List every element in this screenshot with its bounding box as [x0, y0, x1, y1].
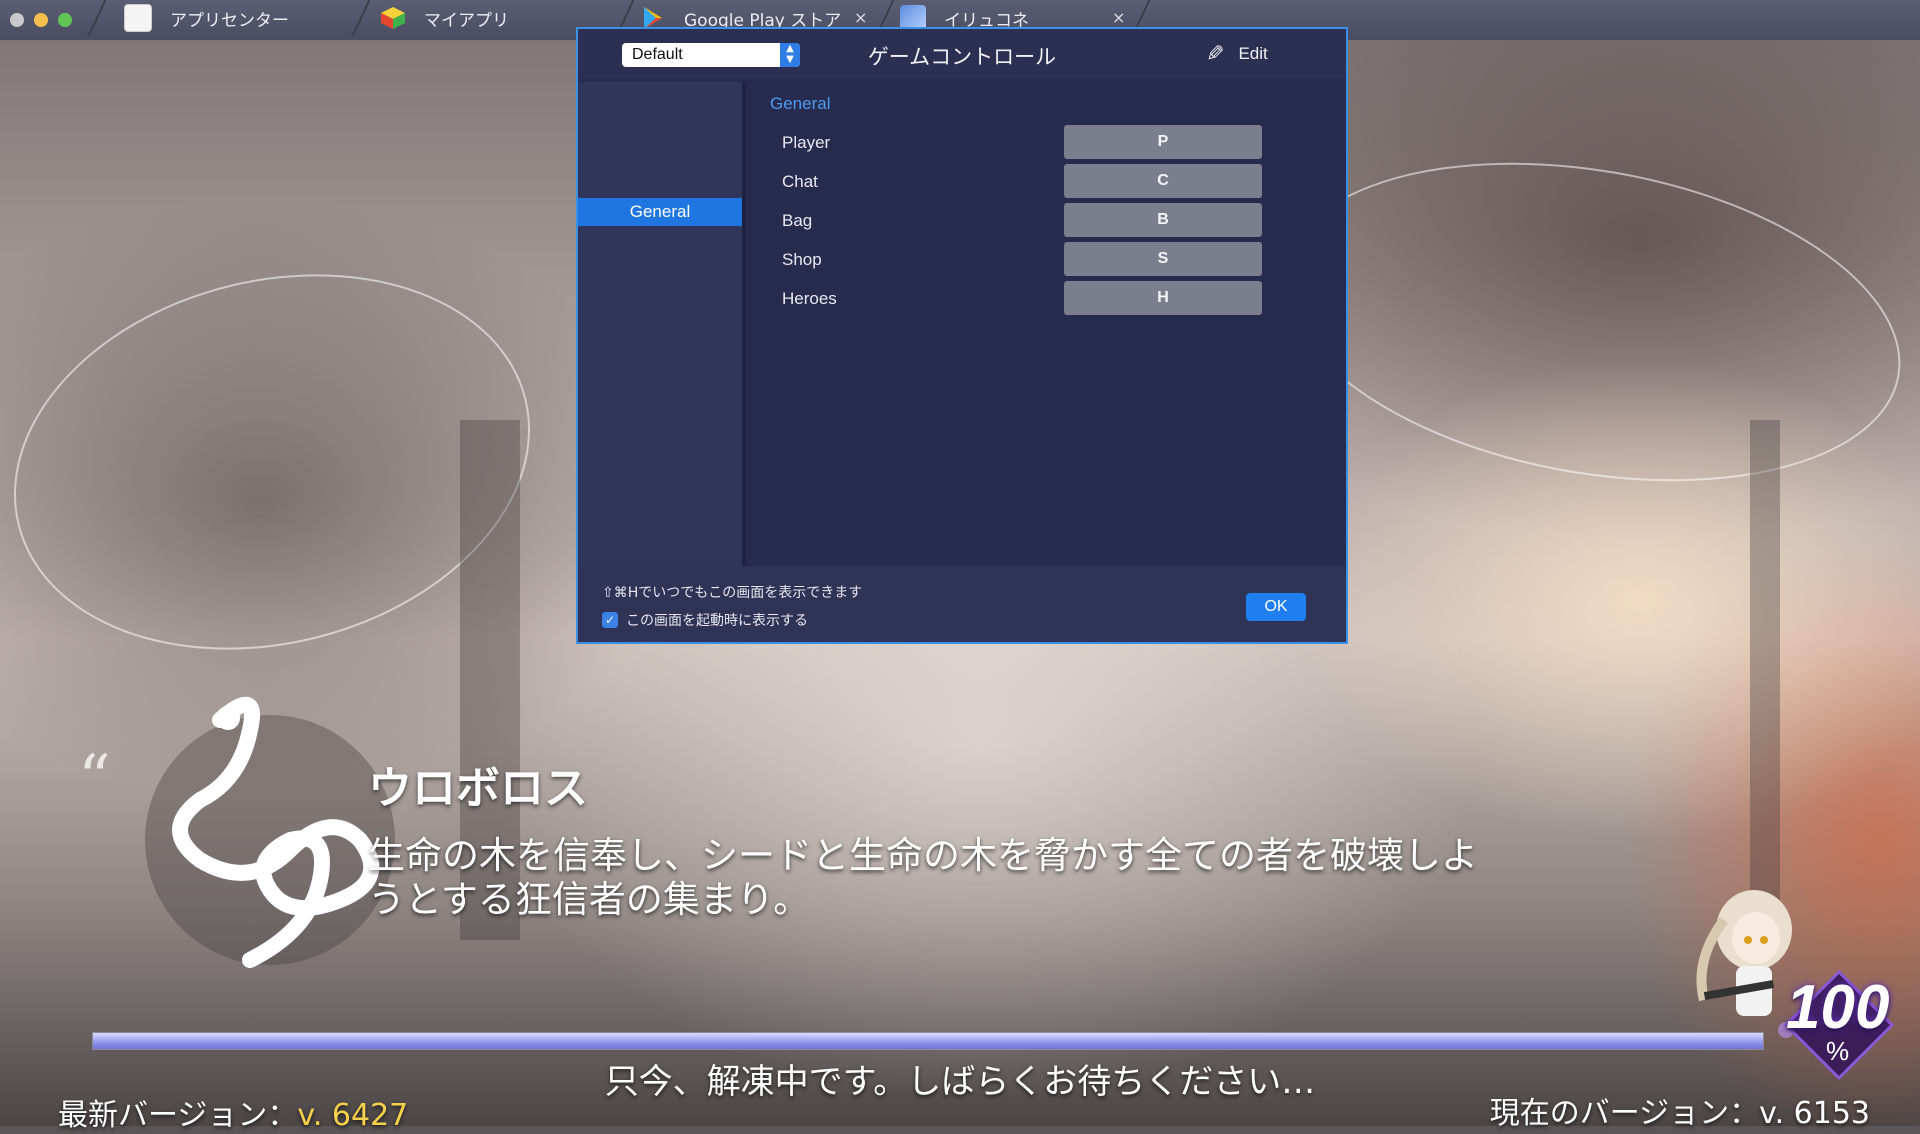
- percent-value: 100: [1786, 973, 1890, 1042]
- checkbox-label: この画面を起動時に表示する: [626, 613, 808, 629]
- current-version: 現在のバージョン：v. 6153: [1489, 1096, 1870, 1131]
- control-label: Heroes: [782, 289, 837, 308]
- game-control-dialog: Default ▲ ▼ ゲームコントロール ✎ Edit General Gene…: [576, 27, 1348, 644]
- dialog-header: Default ▲ ▼ ゲームコントロール ✎ Edit: [578, 29, 1346, 79]
- background-pillar: [1750, 420, 1780, 900]
- loading-progress-bar: [92, 1032, 1764, 1050]
- decorative-ring: [1258, 118, 1920, 526]
- control-row-chat: Chat C: [746, 164, 1346, 198]
- controls-panel: General Player P Chat C Bag B Shop S Her…: [746, 82, 1346, 566]
- close-tab-icon[interactable]: ×: [854, 8, 867, 27]
- control-row-bag: Bag B: [746, 203, 1346, 237]
- key-binding-button[interactable]: P: [1064, 125, 1262, 159]
- dialog-sidebar: General: [578, 82, 742, 566]
- faction-description: 生命の木を信奉し、シードと生命の木を脅かす全ての者を破壊しようとする狂信者の集ま…: [368, 834, 1478, 921]
- ok-button[interactable]: OK: [1246, 593, 1306, 621]
- tab-label: アプリセンター: [170, 10, 289, 31]
- ouroboros-emblem: [145, 696, 395, 968]
- faction-name: ウロボロス: [368, 763, 588, 814]
- control-label: Shop: [782, 250, 822, 269]
- loading-progress-fill: [93, 1033, 1763, 1049]
- section-title: General: [770, 94, 831, 113]
- key-binding-button[interactable]: H: [1064, 281, 1262, 315]
- key-binding-button[interactable]: C: [1064, 164, 1262, 198]
- latest-version-value: v. 6427: [297, 1098, 409, 1133]
- key-binding-button[interactable]: S: [1064, 242, 1262, 276]
- control-label: Player: [782, 133, 831, 152]
- control-label: Bag: [782, 211, 813, 230]
- minimize-window-button[interactable]: [34, 13, 48, 27]
- tab-label: マイアプリ: [424, 10, 509, 31]
- control-row-heroes: Heroes H: [746, 281, 1346, 315]
- latest-version: 最新バージョン：v. 6427: [58, 1090, 408, 1134]
- control-label: Chat: [782, 172, 818, 191]
- edit-button-label: Edit: [1238, 44, 1268, 63]
- my-apps-icon: [380, 5, 406, 31]
- control-row-player: Player P: [746, 125, 1346, 159]
- sidebar-item-general[interactable]: General: [578, 198, 742, 226]
- shortcut-hint: ⇧⌘Hでいつでもこの画面を表示できます: [602, 585, 863, 601]
- quote-mark: “: [78, 742, 111, 816]
- app-center-icon: [124, 4, 152, 32]
- show-on-startup-option[interactable]: ✓ この画面を起動時に表示する: [602, 610, 808, 630]
- close-tab-icon[interactable]: ×: [1112, 8, 1125, 27]
- tab-separator: [87, 0, 107, 36]
- key-binding-button[interactable]: B: [1064, 203, 1262, 237]
- dialog-footer: ⇧⌘Hでいつでもこの画面を表示できます ✓ この画面を起動時に表示する OK: [578, 566, 1346, 642]
- show-on-startup-checkbox[interactable]: ✓: [602, 612, 618, 628]
- tab-separator: [351, 0, 371, 36]
- control-row-shop: Shop S: [746, 242, 1346, 276]
- edit-button[interactable]: ✎ Edit: [1206, 41, 1268, 67]
- close-window-button[interactable]: [10, 13, 24, 27]
- maximize-window-button[interactable]: [58, 13, 72, 27]
- latest-version-label: 最新バージョン：: [58, 1098, 298, 1133]
- percent-sign: %: [1826, 1036, 1850, 1066]
- tab-app-center[interactable]: アプリセンター: [124, 0, 354, 36]
- pencil-icon: ✎: [1206, 41, 1225, 66]
